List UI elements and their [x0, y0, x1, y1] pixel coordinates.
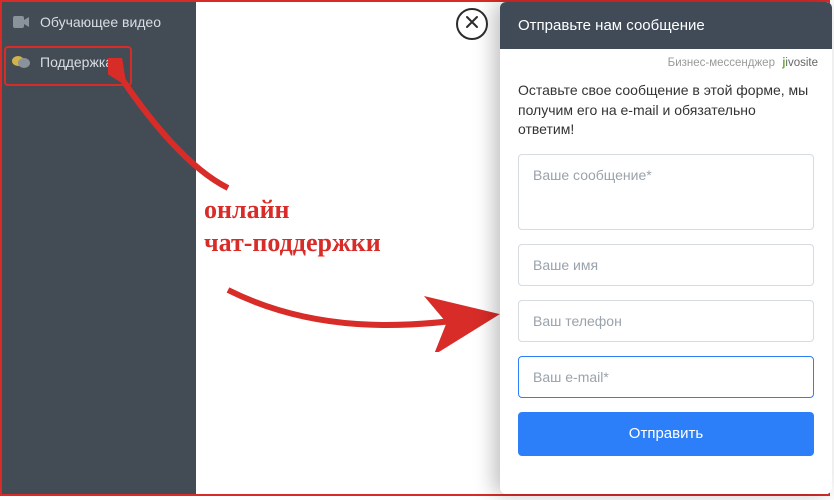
- jivosite-logo: jivosite: [782, 57, 818, 69]
- chat-body: Оставьте свое сообщение в этой форме, мы…: [500, 73, 832, 470]
- sidebar-item-support[interactable]: Поддержка: [2, 42, 196, 82]
- sidebar-item-label: Поддержка: [40, 54, 113, 70]
- chat-powered-by[interactable]: Бизнес-мессенджер jivosite: [500, 49, 832, 73]
- chat-header-title: Отправьте нам сообщение: [518, 17, 705, 34]
- name-input[interactable]: [518, 244, 814, 286]
- submit-button[interactable]: Отправить: [518, 412, 814, 456]
- phone-input[interactable]: [518, 300, 814, 342]
- chat-widget: Отправьте нам сообщение Бизнес-мессендже…: [500, 2, 832, 494]
- message-input[interactable]: [518, 154, 814, 230]
- sidebar: Обучающее видео Поддержка: [2, 2, 196, 494]
- chat-instruction: Оставьте свое сообщение в этой форме, мы…: [518, 81, 814, 140]
- sidebar-item-label: Обучающее видео: [40, 14, 161, 30]
- chat-bubbles-icon: [12, 55, 30, 69]
- email-input[interactable]: [518, 356, 814, 398]
- close-icon: [465, 15, 479, 34]
- chat-powered-prefix: Бизнес-мессенджер: [668, 57, 775, 69]
- close-button[interactable]: [456, 8, 488, 40]
- sidebar-item-tutorial-video[interactable]: Обучающее видео: [2, 2, 196, 42]
- video-icon: [12, 15, 30, 29]
- chat-header: Отправьте нам сообщение: [500, 2, 832, 49]
